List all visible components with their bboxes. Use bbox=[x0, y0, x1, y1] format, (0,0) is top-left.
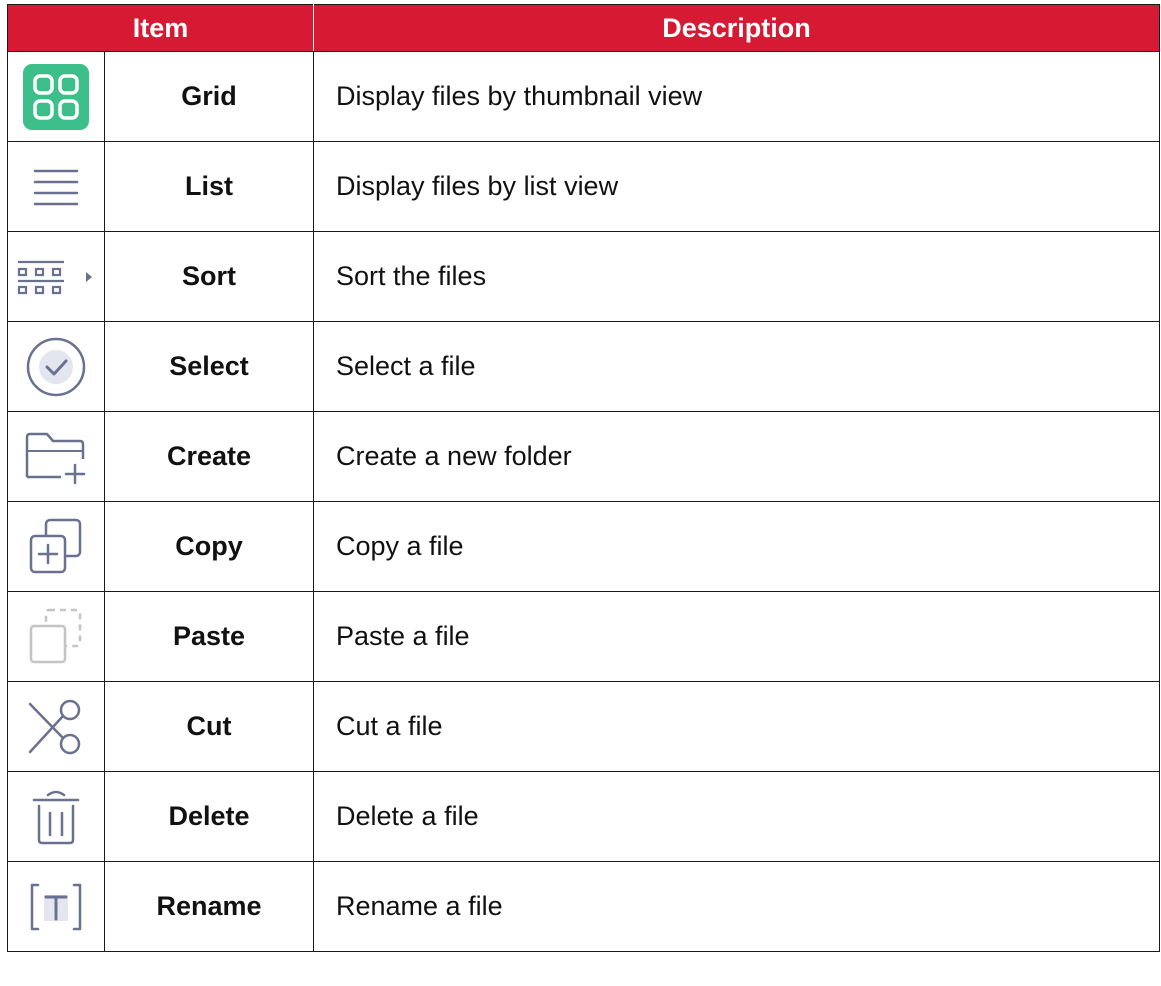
table-row: Cut Cut a file bbox=[7, 681, 1160, 772]
table-row: Create Create a new folder bbox=[7, 411, 1160, 502]
item-name: Delete bbox=[104, 771, 314, 862]
rename-icon bbox=[30, 883, 82, 930]
item-name: Cut bbox=[104, 681, 314, 772]
item-name: Grid bbox=[104, 51, 314, 142]
item-description: Display files by list view bbox=[313, 141, 1160, 232]
item-name: Copy bbox=[104, 501, 314, 592]
item-description: Delete a file bbox=[313, 771, 1160, 862]
icon-cell bbox=[7, 411, 105, 502]
icon-cell bbox=[7, 501, 105, 592]
table-row: List Display files by list view bbox=[7, 141, 1160, 232]
item-description: Paste a file bbox=[313, 591, 1160, 682]
delete-icon bbox=[32, 790, 80, 844]
item-description: Cut a file bbox=[313, 681, 1160, 772]
table-row: Grid Display files by thumbnail view bbox=[7, 51, 1160, 142]
item-name: Paste bbox=[104, 591, 314, 682]
create-folder-icon bbox=[25, 432, 86, 484]
table-row: Paste Paste a file bbox=[7, 591, 1160, 682]
item-description: Display files by thumbnail view bbox=[313, 51, 1160, 142]
table-row: Sort Sort the files bbox=[7, 231, 1160, 322]
item-name: Select bbox=[104, 321, 314, 412]
item-name: Sort bbox=[104, 231, 314, 322]
paste-icon bbox=[29, 608, 82, 663]
item-name: Rename bbox=[104, 861, 314, 952]
toolbar-items-table: Item Description Grid Display files by t… bbox=[7, 4, 1160, 952]
icon-cell bbox=[7, 591, 105, 682]
item-column-header: Item bbox=[7, 4, 314, 52]
icon-cell bbox=[7, 51, 105, 142]
item-description: Rename a file bbox=[313, 861, 1160, 952]
item-description: Copy a file bbox=[313, 501, 1160, 592]
table-row: Select Select a file bbox=[7, 321, 1160, 412]
sort-icon bbox=[17, 260, 92, 294]
icon-cell bbox=[7, 681, 105, 772]
item-description: Create a new folder bbox=[313, 411, 1160, 502]
icon-cell bbox=[7, 141, 105, 232]
item-name: Create bbox=[104, 411, 314, 502]
table-row: Copy Copy a file bbox=[7, 501, 1160, 592]
icon-cell bbox=[7, 771, 105, 862]
table-row: Delete Delete a file bbox=[7, 771, 1160, 862]
table-row: Rename Rename a file bbox=[7, 861, 1160, 952]
grid-icon bbox=[23, 63, 89, 130]
item-description: Select a file bbox=[313, 321, 1160, 412]
copy-icon bbox=[29, 518, 82, 573]
select-icon bbox=[26, 337, 86, 396]
item-description: Sort the files bbox=[313, 231, 1160, 322]
cut-icon bbox=[28, 699, 81, 754]
item-name: List bbox=[104, 141, 314, 232]
table-header: Item Description bbox=[7, 4, 1160, 52]
icon-cell bbox=[7, 231, 105, 322]
description-column-header: Description bbox=[313, 4, 1160, 52]
list-icon bbox=[33, 169, 79, 205]
icon-cell bbox=[7, 321, 105, 412]
icon-cell bbox=[7, 861, 105, 952]
